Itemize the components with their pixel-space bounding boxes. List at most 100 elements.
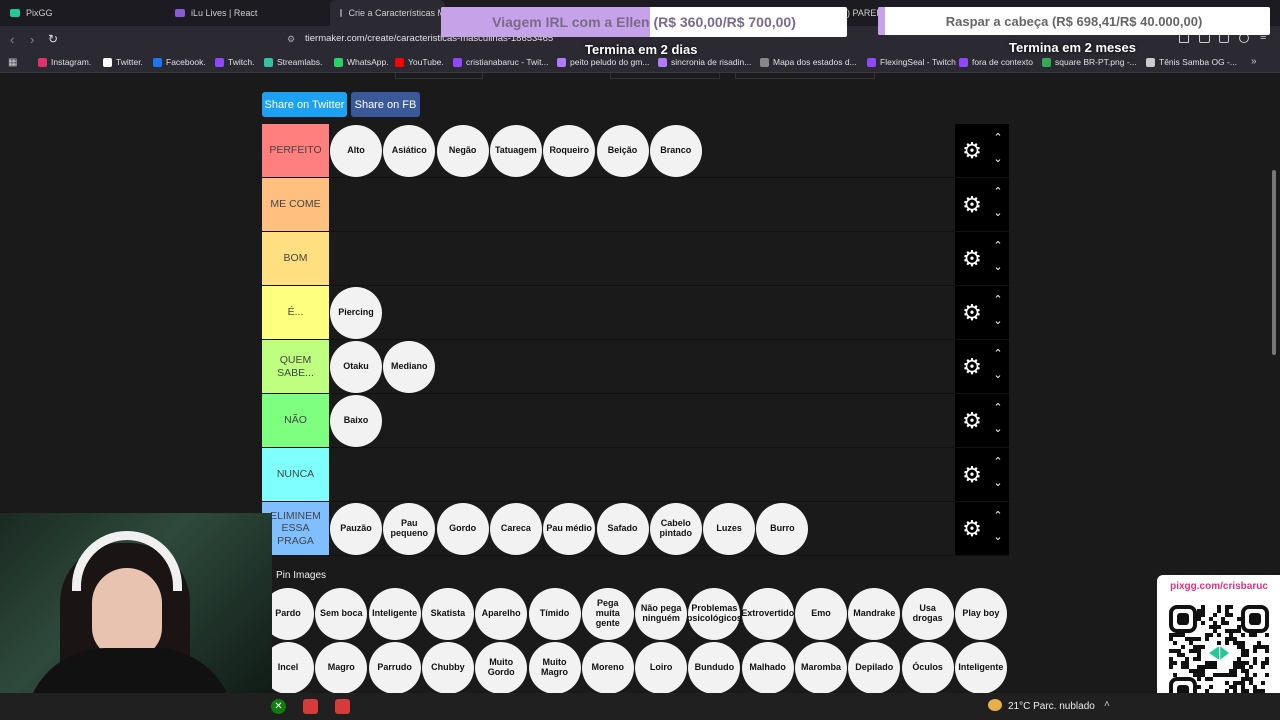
gear-icon[interactable]: ⚙ (959, 300, 985, 326)
app-icon[interactable] (335, 699, 350, 714)
bookmark-item[interactable]: cristianabaruc - Twit... (453, 57, 549, 67)
tier-item[interactable]: Piercing (330, 287, 382, 339)
bookmark-item[interactable]: FlexingSeal - Twitch (867, 57, 956, 67)
pool-item[interactable]: Moreno (581, 642, 634, 694)
tier-item[interactable]: Alto (330, 125, 382, 177)
pool-item[interactable]: Muito Magro (528, 642, 581, 694)
tier-item[interactable]: Careca (489, 503, 542, 555)
chevron-up-icon[interactable]: ⌃ (991, 347, 1005, 360)
bookmark-item[interactable]: Twitter. (103, 57, 143, 67)
chevron-down-icon[interactable]: ⌄ (991, 152, 1005, 165)
more-bookmarks-icon[interactable]: » (1251, 56, 1257, 67)
bookmark-item[interactable]: fora de contexto (959, 57, 1033, 67)
tab-pixgg[interactable]: PixGG (0, 0, 165, 26)
bookmark-item[interactable]: sincronia de risadin... (658, 57, 751, 67)
tier-label[interactable]: PERFEITO (262, 124, 329, 177)
pool-item[interactable]: Chubby (421, 642, 474, 694)
pool-item[interactable]: Muito Gordo (475, 642, 528, 694)
tier-item[interactable]: Branco (649, 125, 702, 177)
gear-icon[interactable]: ⚙ (959, 516, 985, 542)
pool-item[interactable]: Não pega ninguém (635, 588, 688, 640)
tray-chevron-icon[interactable]: ˄ (1104, 699, 1110, 710)
tier-label[interactable]: ELIMINEM ESSA PRAGA (262, 502, 329, 555)
forward-icon[interactable]: › (30, 32, 34, 47)
pool-item[interactable]: Aparelho (475, 588, 528, 640)
chevron-up-icon[interactable]: ⌃ (991, 131, 1005, 144)
bookmark-item[interactable]: Streamlabs. (264, 57, 322, 67)
tab-tiermaker[interactable]: Crie a Características M (330, 0, 445, 26)
bookmark-item[interactable]: Facebook. (153, 57, 206, 67)
pool-item[interactable]: Inteligente (954, 642, 1007, 694)
chevron-up-icon[interactable]: ⌃ (991, 401, 1005, 414)
xbox-icon[interactable]: ✕ (271, 699, 286, 714)
chevron-up-icon[interactable]: ⌃ (991, 293, 1005, 306)
apps-icon[interactable]: ▦ (8, 57, 17, 68)
tab-ilu-lives[interactable]: iLu Lives | React (165, 0, 330, 26)
share-fb-button[interactable]: Share on FB (351, 92, 420, 117)
pool-item[interactable]: Bundudo (688, 642, 741, 694)
pool-item[interactable]: Mandrake (848, 588, 901, 640)
chevron-up-icon[interactable]: ⌃ (991, 239, 1005, 252)
pool-item[interactable]: Emo (795, 588, 847, 640)
chevron-down-icon[interactable]: ⌄ (991, 530, 1005, 543)
gear-icon[interactable]: ⚙ (959, 138, 985, 164)
pool-item[interactable]: Malhado (741, 642, 794, 694)
tier-item[interactable]: Negão (436, 125, 489, 177)
tier-item[interactable]: Beição (596, 125, 649, 177)
tier-item[interactable]: Burro (756, 503, 809, 555)
chevron-down-icon[interactable]: ⌄ (991, 314, 1005, 327)
bookmark-item[interactable]: peito peludo do gm... (557, 57, 649, 67)
tier-item[interactable]: Gordo (436, 503, 489, 555)
chevron-down-icon[interactable]: ⌄ (991, 368, 1005, 381)
reload-icon[interactable]: ↻ (48, 32, 58, 46)
back-icon[interactable]: ‹ (10, 32, 14, 47)
tier-item[interactable]: Asiático (383, 125, 436, 177)
tier-label[interactable]: BOM (262, 232, 329, 285)
tier-item[interactable]: Tatuagem (489, 125, 542, 177)
sidebar-icon[interactable] (1179, 34, 1189, 43)
tier-label[interactable]: É... (262, 286, 329, 339)
bookmark-item[interactable]: Instagram. (38, 57, 91, 67)
page-scrollbar[interactable] (1272, 170, 1276, 355)
pool-item[interactable]: Play boy (954, 588, 1007, 640)
gear-icon[interactable]: ⚙ (959, 408, 985, 434)
share-twitter-button[interactable]: Share on Twitter (262, 92, 347, 117)
pool-item[interactable]: Parrudo (368, 642, 421, 694)
chevron-down-icon[interactable]: ⌄ (991, 476, 1005, 489)
chevron-down-icon[interactable]: ⌄ (991, 422, 1005, 435)
bookmark-item[interactable]: square BR-PT.png -... (1042, 57, 1137, 67)
site-info-icon[interactable]: ⚙ (287, 34, 295, 45)
tier-item[interactable]: Roqueiro (543, 125, 596, 177)
tier-label[interactable]: QUEM SABE... (262, 340, 329, 393)
chevron-up-icon[interactable]: ⌃ (991, 455, 1005, 468)
chevron-down-icon[interactable]: ⌄ (991, 206, 1005, 219)
pool-item[interactable]: Usa drogas (901, 588, 954, 640)
app-icon[interactable] (303, 699, 318, 714)
pool-item[interactable]: Loiro (635, 642, 688, 694)
pool-item[interactable]: Maromba (795, 642, 847, 694)
tier-item[interactable]: Pau pequeno (383, 503, 436, 555)
pool-item[interactable]: Sem boca (315, 588, 368, 640)
chevron-up-icon[interactable]: ⌃ (991, 185, 1005, 198)
pool-item[interactable]: Óculos (901, 642, 954, 694)
pool-item[interactable]: Inteligente (368, 588, 421, 640)
chevron-up-icon[interactable]: ⌃ (991, 509, 1005, 522)
tier-item[interactable]: Cabelo pintado (649, 503, 702, 555)
gear-icon[interactable]: ⚙ (959, 246, 985, 272)
tier-item[interactable]: Luzes (703, 503, 756, 555)
pool-item[interactable]: Pega muita gente (581, 588, 634, 640)
pool-item[interactable]: Magro (315, 642, 368, 694)
pool-item[interactable]: Extrovertido (741, 588, 794, 640)
tier-item[interactable]: Safado (596, 503, 649, 555)
pool-item[interactable]: Skatista (421, 588, 474, 640)
gear-icon[interactable]: ⚙ (959, 462, 985, 488)
tier-label[interactable]: NÃO (262, 394, 329, 447)
gear-icon[interactable]: ⚙ (959, 192, 985, 218)
pool-item[interactable]: Tímido (528, 588, 581, 640)
bookmark-item[interactable]: Mapa dos estados d... (760, 57, 857, 67)
pool-item[interactable]: Depilado (848, 642, 901, 694)
tier-item[interactable]: Pau médio (543, 503, 596, 555)
bookmark-item[interactable]: Twitch. (215, 57, 254, 67)
gear-icon[interactable]: ⚙ (959, 354, 985, 380)
tier-label[interactable]: NUNCA (262, 448, 329, 501)
